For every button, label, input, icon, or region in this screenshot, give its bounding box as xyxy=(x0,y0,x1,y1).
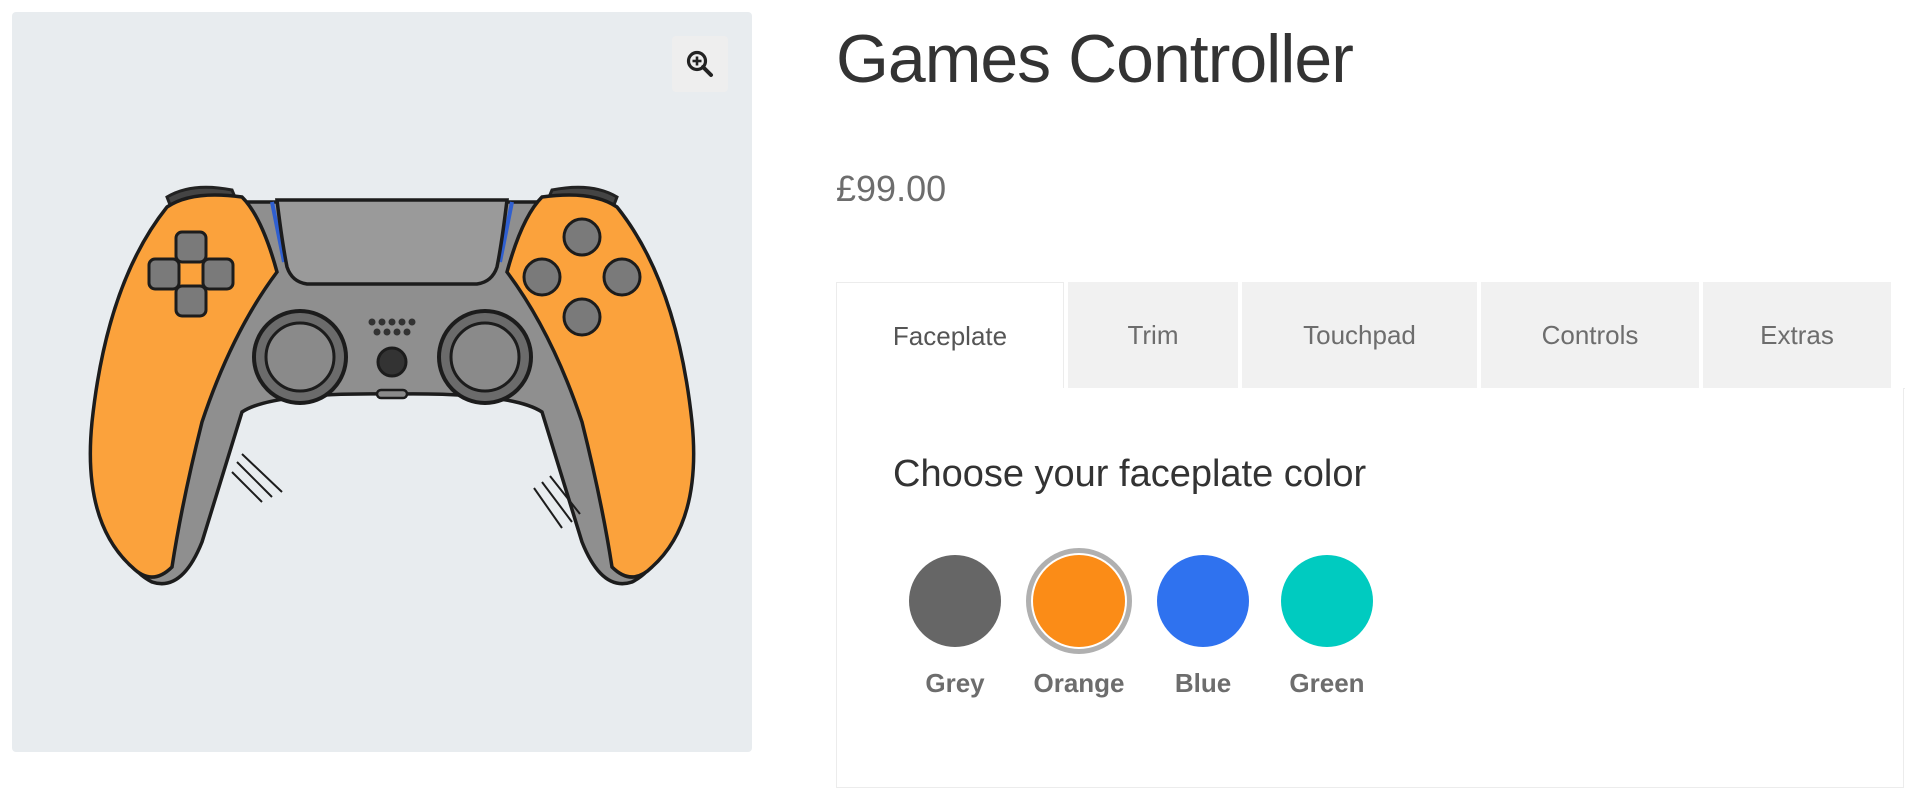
swatch-label: Green xyxy=(1289,668,1365,698)
swatch-circle[interactable] xyxy=(1281,555,1373,647)
swatch-orange[interactable]: Orange xyxy=(1017,548,1141,699)
swatch-green[interactable]: Green xyxy=(1265,548,1389,699)
option-tabs: Faceplate Trim Touchpad Controls Extras xyxy=(836,282,1895,390)
swatch-circle-selected[interactable] xyxy=(1033,555,1125,647)
swatch-blue[interactable]: Blue xyxy=(1141,548,1265,699)
panel-heading: Choose your faceplate color xyxy=(893,453,1367,495)
tab-touchpad[interactable]: Touchpad xyxy=(1242,282,1477,388)
color-swatches: Grey Orange Blue Green xyxy=(893,548,1389,699)
touchpad xyxy=(275,198,509,286)
swatch-label: Grey xyxy=(925,668,985,698)
swatch-label: Blue xyxy=(1174,668,1232,698)
swatch-label: Orange xyxy=(1033,668,1125,698)
product-title: Games Controller xyxy=(836,21,1354,97)
swatch-grey[interactable]: Grey xyxy=(893,548,1017,699)
faceplate-panel: Choose your faceplate color Grey Orange … xyxy=(836,388,1904,788)
product-price: £99.00 xyxy=(836,168,947,209)
tab-extras[interactable]: Extras xyxy=(1703,282,1891,388)
zoom-in-icon xyxy=(686,50,713,77)
gallery-zoom-button[interactable] xyxy=(672,36,728,92)
product-gallery xyxy=(12,12,752,752)
tab-controls[interactable]: Controls xyxy=(1481,282,1699,388)
swatch-circle[interactable] xyxy=(1157,555,1249,647)
swatch-circle[interactable] xyxy=(909,555,1001,647)
tab-trim[interactable]: Trim xyxy=(1068,282,1238,388)
product-image-controller[interactable] xyxy=(72,162,712,622)
tab-faceplate[interactable]: Faceplate xyxy=(836,282,1064,390)
